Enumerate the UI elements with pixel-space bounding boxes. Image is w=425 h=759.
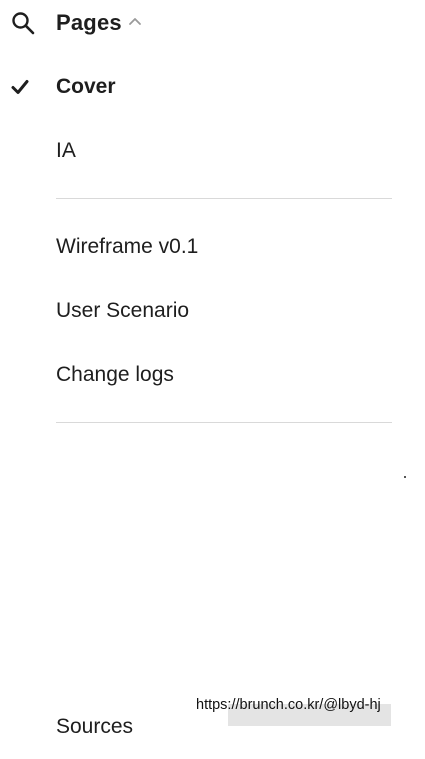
pages-title: Pages <box>56 10 122 35</box>
page-item-label: Change logs <box>56 363 174 386</box>
page-item-label: Wireframe v0.1 <box>56 235 199 258</box>
page-item-change-logs[interactable]: Change logs <box>0 350 425 400</box>
page-item-label: IA <box>56 139 76 162</box>
stray-dot <box>404 476 406 478</box>
page-item-label: Sources <box>56 715 134 738</box>
page-item-user-scenario[interactable]: User Scenario <box>0 286 425 336</box>
page-item-label: Cover <box>56 75 116 98</box>
page-item-ia[interactable]: IA <box>0 126 425 176</box>
search-button[interactable] <box>8 8 38 38</box>
check-icon <box>11 80 29 94</box>
page-divider <box>56 198 392 199</box>
page-item-label: User Scenario <box>56 299 190 322</box>
page-item-cover[interactable]: Cover <box>0 62 425 112</box>
pages-panel-header: Pages <box>0 0 425 46</box>
watermark-url: https://brunch.co.kr/@lbyd-hj <box>196 697 381 713</box>
search-icon <box>12 12 35 35</box>
page-divider <box>56 422 392 423</box>
pages-collapse-toggle[interactable]: Pages <box>56 8 142 38</box>
chevron-up-icon <box>128 16 142 26</box>
page-item-wireframe[interactable]: Wireframe v0.1 <box>0 222 425 272</box>
